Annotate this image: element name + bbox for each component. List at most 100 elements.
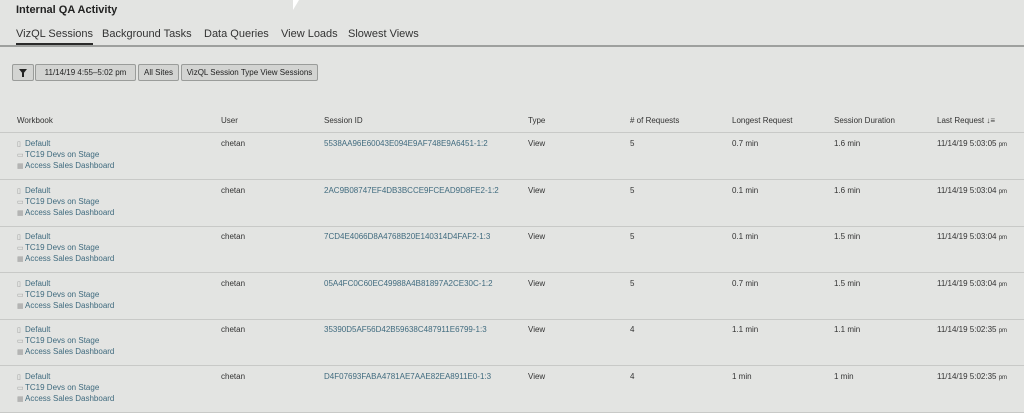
table-row[interactable]: ▯ Default ▭TC19 Devs on Stage ▦Access Sales…	[0, 319, 1024, 366]
folder-icon: ▭	[17, 152, 24, 159]
session-id-link[interactable]: 5538AA96E60043E094E9AF748E9A6451-1:2	[324, 139, 488, 148]
longest-request-cell: 0.1 min	[732, 232, 759, 241]
view-icon: ▦	[17, 349, 24, 356]
column-header-session-duration[interactable]: Session Duration	[834, 116, 895, 125]
session-duration-cell: 1 min	[834, 371, 854, 381]
user-cell: chetan	[221, 185, 246, 195]
workbook-project-link[interactable]: ▭TC19 Devs on Stage	[17, 290, 99, 299]
view-icon: ▦	[17, 395, 24, 403]
tab-vizql-sessions[interactable]: VizQL Sessions	[16, 28, 94, 45]
session-duration-cell: 1.6 min	[834, 185, 861, 195]
table-row[interactable]: ▯ Default ▭TC19 Devs on Stage ▦Access Sales…	[0, 273, 1024, 320]
site-icon: ▯	[17, 234, 21, 241]
type-cell: View	[528, 185, 546, 195]
sites-filter[interactable]: All Sites	[138, 64, 179, 81]
workbook-site-link[interactable]: ▯ Default	[17, 372, 50, 381]
workbook-site-link[interactable]: ▯ Default	[17, 186, 50, 195]
session-duration-cell: 1.1 min	[834, 325, 861, 334]
session-id-link[interactable]: 7CD4E4066D8A4768B20E140314D4FAF2-1:3	[324, 232, 490, 241]
user-cell: chetan	[221, 371, 246, 381]
last-request-cell: 11/14/19 5:03:04 pm	[937, 185, 1008, 195]
workbook-project-link[interactable]: ▭TC19 Devs on Stage	[17, 243, 99, 252]
column-header-requests[interactable]: # of Requests	[630, 116, 679, 125]
workbook-site-link[interactable]: ▯ Default	[17, 325, 50, 334]
workbook-view-link[interactable]: ▦Access Sales Dashboard	[17, 254, 114, 263]
workbook-view-link[interactable]: ▦Access Sales Dashboard	[17, 301, 114, 310]
session-duration-cell: 1.5 min	[834, 232, 861, 241]
workbook-view-link[interactable]: ▦Access Sales Dashboard	[17, 161, 114, 170]
tab-data-queries[interactable]: Data Queries	[204, 28, 269, 40]
user-cell: chetan	[221, 278, 246, 288]
last-request-label: Last Request	[937, 116, 985, 125]
last-request-cell: 11/14/19 5:03:04 pm	[937, 278, 1008, 288]
folder-icon: ▭	[17, 291, 24, 299]
column-header-session-id[interactable]: Session ID	[324, 116, 363, 125]
session-type-filter[interactable]: VizQL Session Type View Sessions	[181, 64, 318, 81]
workbook-project-link[interactable]: ▭TC19 Devs on Stage	[17, 383, 99, 392]
session-id-link[interactable]: 35390D5AF56D42B59638C487911E6799-1:3	[324, 325, 487, 334]
last-request-cell: 11/14/19 5:03:04 pm	[937, 232, 1008, 241]
workbook-site-link[interactable]: ▯ Default	[17, 279, 50, 288]
column-header-longest-request[interactable]: Longest Request	[732, 116, 793, 125]
type-cell: View	[528, 232, 546, 241]
table-row[interactable]: ▯ Default ▭TC19 Devs on Stage ▦Access Sales…	[0, 226, 1024, 273]
last-request-cell: 11/14/19 5:03:05 pm	[937, 139, 1008, 148]
longest-request-cell: 1 min	[732, 371, 752, 381]
session-id-link[interactable]: 05A4FC0C60EC49988A4B81897A2CE30C-1:2	[324, 279, 493, 288]
view-icon: ▦	[17, 163, 24, 170]
type-cell: View	[528, 371, 546, 381]
workbook-view-link[interactable]: ▦Access Sales Dashboard	[17, 208, 114, 217]
view-icon: ▦	[17, 256, 24, 263]
requests-cell: 5	[630, 278, 635, 288]
last-request-cell: 11/14/19 5:02:35 pm	[937, 371, 1008, 381]
longest-request-cell: 0.7 min	[732, 278, 759, 288]
workbook-view-link[interactable]: ▦Access Sales Dashboard	[17, 347, 114, 356]
workbook-site-link[interactable]: ▯ Default	[17, 139, 50, 148]
column-header-user[interactable]: User	[221, 116, 238, 125]
workbook-project-link[interactable]: ▭TC19 Devs on Stage	[17, 150, 99, 159]
mouse-cursor	[293, 0, 299, 10]
tab-slowest-views[interactable]: Slowest Views	[348, 28, 419, 40]
requests-cell: 5	[630, 185, 635, 195]
table-header: Workbook User Session ID Type # of Reque…	[0, 112, 1024, 133]
requests-cell: 4	[630, 325, 635, 334]
workbook-project-link[interactable]: ▭TC19 Devs on Stage	[17, 336, 99, 345]
column-header-workbook[interactable]: Workbook	[17, 116, 53, 125]
site-icon: ▯	[17, 327, 21, 334]
site-icon: ▯	[17, 280, 21, 288]
user-cell: chetan	[221, 232, 246, 241]
tab-background-tasks[interactable]: Background Tasks	[102, 28, 192, 40]
folder-icon: ▭	[17, 384, 24, 392]
table-row[interactable]: ▯ Default ▭TC19 Devs on Stage ▦Access Sales…	[0, 366, 1024, 413]
date-range-filter[interactable]: 11/14/19 4:55–5:02 pm	[35, 64, 136, 81]
requests-cell: 5	[630, 232, 635, 241]
column-header-last-request[interactable]: Last Request ↓≡	[937, 116, 995, 125]
tab-view-loads[interactable]: View Loads	[281, 28, 338, 40]
session-id-link[interactable]: 2AC9B08747EF4DB3BCCE9FCEAD9D8FE2-1:2	[324, 186, 499, 195]
column-header-type[interactable]: Type	[528, 116, 545, 125]
user-cell: chetan	[221, 325, 246, 334]
table-row[interactable]: ▯ Default ▭TC19 Devs on Stage ▦Access Sales…	[0, 133, 1024, 180]
workbook-project-link[interactable]: ▭TC19 Devs on Stage	[17, 197, 99, 206]
session-duration-cell: 1.5 min	[834, 278, 861, 288]
longest-request-cell: 0.7 min	[732, 139, 759, 148]
last-request-cell: 11/14/19 5:02:35 pm	[937, 325, 1008, 334]
view-icon: ▦	[17, 209, 24, 217]
view-icon: ▦	[17, 302, 24, 310]
table-row[interactable]: ▯ Default ▭TC19 Devs on Stage ▦Access Sales…	[0, 180, 1024, 227]
site-icon: ▯	[17, 141, 21, 148]
tab-bar: VizQL Sessions Background Tasks Data Que…	[0, 24, 1024, 47]
workbook-view-link[interactable]: ▦Access Sales Dashboard	[17, 394, 114, 403]
filter-toggle-button[interactable]	[12, 64, 34, 81]
site-icon: ▯	[17, 187, 21, 195]
session-id-link[interactable]: D4F07693FABA4781AE7AAE82EA8911E0-1:3	[324, 372, 491, 381]
type-cell: View	[528, 139, 546, 148]
type-cell: View	[528, 278, 546, 288]
requests-cell: 4	[630, 371, 635, 381]
folder-icon: ▭	[17, 245, 24, 252]
requests-cell: 5	[630, 139, 635, 148]
site-icon: ▯	[17, 373, 21, 381]
user-cell: chetan	[221, 139, 246, 148]
sort-descending-icon[interactable]: ↓≡	[986, 116, 995, 125]
workbook-site-link[interactable]: ▯ Default	[17, 232, 50, 241]
